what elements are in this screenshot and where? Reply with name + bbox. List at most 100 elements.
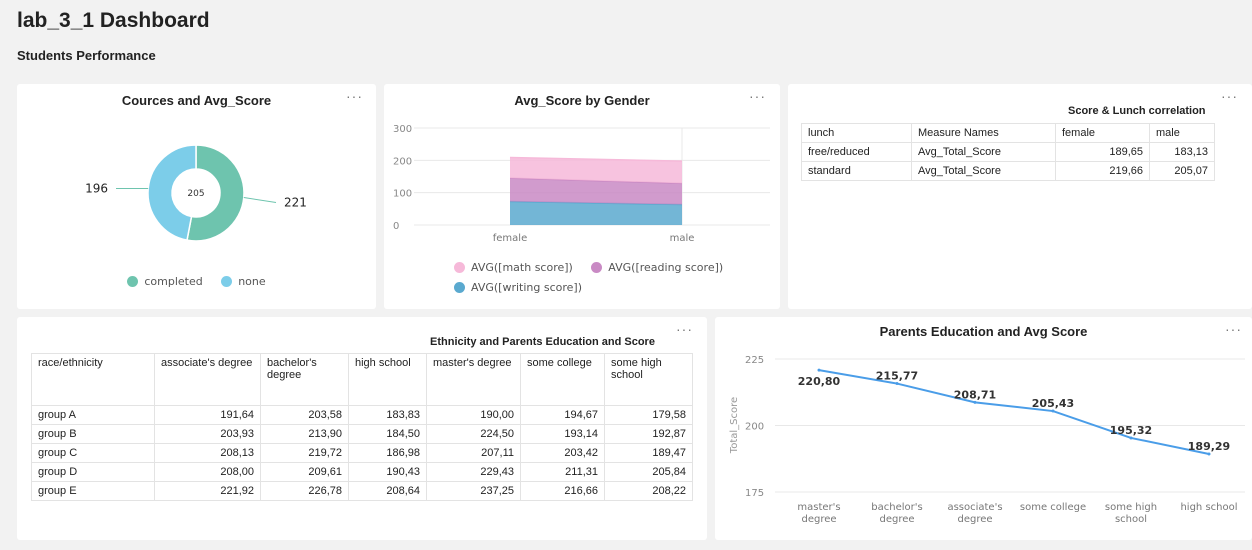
table-row: standard Avg_Total_Score 219,66 205,07 xyxy=(801,161,1215,181)
x-tick-label: high school xyxy=(1180,502,1237,513)
column-header[interactable]: high school xyxy=(348,353,427,406)
legend-reading[interactable]: AVG([reading score]) xyxy=(591,261,723,274)
table-row: group B 203,93 213,90 184,50 224,50 193,14 192… xyxy=(31,424,693,444)
y-tick-label: 225 xyxy=(745,355,764,366)
legend-label: AVG([writing score]) xyxy=(471,281,582,294)
legend-label: AVG([math score]) xyxy=(471,261,573,274)
table-cell: 190,43 xyxy=(348,462,427,482)
data-point[interactable] xyxy=(817,368,821,372)
leader-line xyxy=(243,197,277,204)
donut-center-label: 205 xyxy=(187,189,204,199)
table-row: free/reduced Avg_Total_Score 189,65 183,… xyxy=(801,142,1215,162)
y-tick-label: 200 xyxy=(745,422,764,433)
table-cell: 183,83 xyxy=(348,405,427,425)
table-cell: 203,93 xyxy=(154,424,261,444)
area-series[interactable] xyxy=(510,201,682,225)
x-tick-label: school xyxy=(1115,514,1147,525)
table-cell: group C xyxy=(31,443,155,463)
table-row: group C 208,13 219,72 186,98 207,11 203,42 189… xyxy=(31,443,693,463)
column-header[interactable]: race/ethnicity xyxy=(31,353,155,406)
y-tick-label: 300 xyxy=(393,124,412,135)
x-tick-label: degree xyxy=(879,514,914,525)
table-cell: 229,43 xyxy=(426,462,521,482)
column-header[interactable]: female xyxy=(1055,123,1150,143)
legend-writing[interactable]: AVG([writing score]) xyxy=(454,281,582,294)
table-header-row: lunch Measure Names female male xyxy=(801,123,1215,143)
legend-label: AVG([reading score]) xyxy=(608,261,724,274)
gender-chart: 0 100 200 300 female male xyxy=(393,124,770,244)
legend-dot-icon xyxy=(221,276,233,287)
lunch-title: Score & Lunch correlation xyxy=(1068,105,1206,117)
table-row: group D 208,00 209,61 190,43 229,43 211,31 205… xyxy=(31,462,693,482)
donut-legend: completed none xyxy=(17,274,376,292)
table-cell: 184,50 xyxy=(348,424,427,444)
table-cell: 216,66 xyxy=(520,481,605,501)
y-tick-label: 200 xyxy=(393,156,412,167)
table-cell: 194,67 xyxy=(520,405,605,425)
y-axis-label: Total_Score xyxy=(729,397,740,454)
dashboard-title: lab_3_1 Dashboard xyxy=(17,9,210,32)
table-cell: 203,42 xyxy=(520,443,605,463)
legend-label: none xyxy=(238,275,266,288)
legend-dot-icon xyxy=(591,262,603,273)
table-cell: 205,07 xyxy=(1149,161,1215,181)
legend-dot-icon xyxy=(127,276,139,287)
column-header[interactable]: Measure Names xyxy=(911,123,1056,143)
table-cell: Avg_Total_Score xyxy=(911,142,1056,162)
table-cell: 221,92 xyxy=(154,481,261,501)
legend-math[interactable]: AVG([math score]) xyxy=(454,261,573,274)
table-cell: 192,87 xyxy=(604,424,693,444)
donut-card: Cources and Avg_Score ··· 221 196 205 comp… xyxy=(17,84,376,309)
table-cell: 186,98 xyxy=(348,443,427,463)
table-cell: 213,90 xyxy=(260,424,349,444)
ethnicity-table: race/ethnicity associate's degree bachel… xyxy=(31,353,693,501)
slice-label: 221 xyxy=(284,196,307,210)
table-cell: standard xyxy=(801,161,912,181)
table-cell: 191,64 xyxy=(154,405,261,425)
y-tick-label: 0 xyxy=(393,221,399,232)
legend-completed[interactable]: completed xyxy=(127,275,203,288)
line-series[interactable] xyxy=(818,369,1210,455)
table-cell: 211,31 xyxy=(520,462,605,482)
legend-dot-icon xyxy=(454,282,465,293)
lunch-menu-button[interactable]: ··· xyxy=(1221,89,1238,103)
column-header[interactable]: master's degree xyxy=(426,353,521,406)
column-header[interactable]: male xyxy=(1149,123,1215,143)
lunch-card: Score & Lunch correlation ··· lunch Meas… xyxy=(788,84,1252,309)
table-cell: 226,78 xyxy=(260,481,349,501)
y-tick-label: 100 xyxy=(393,189,412,200)
data-label: 189,29 xyxy=(1188,440,1230,453)
column-header[interactable]: some high school xyxy=(604,353,693,406)
table-cell: 205,84 xyxy=(604,462,693,482)
column-header[interactable]: bachelor's degree xyxy=(260,353,349,406)
column-header[interactable]: some college xyxy=(520,353,605,406)
data-label: 220,80 xyxy=(798,375,841,388)
table-cell: 219,72 xyxy=(260,443,349,463)
table-cell: 209,61 xyxy=(260,462,349,482)
column-header[interactable]: associate's degree xyxy=(154,353,261,406)
legend-none[interactable]: none xyxy=(221,275,266,288)
table-cell: 203,58 xyxy=(260,405,349,425)
ethnicity-menu-button[interactable]: ··· xyxy=(676,322,693,336)
ethnicity-title: Ethnicity and Parents Education and Scor… xyxy=(430,336,655,348)
table-cell: group E xyxy=(31,481,155,501)
table-cell: 189,47 xyxy=(604,443,693,463)
x-tick-label: bachelor's xyxy=(871,502,922,513)
column-header[interactable]: lunch xyxy=(801,123,912,143)
table-cell: 189,65 xyxy=(1055,142,1150,162)
table-cell: 190,00 xyxy=(426,405,521,425)
dashboard-subtitle: Students Performance xyxy=(17,48,156,63)
gender-card: Avg_Score by Gender ··· 0 100 200 300 female… xyxy=(384,84,780,309)
data-label: 195,32 xyxy=(1110,424,1152,437)
table-cell: 183,13 xyxy=(1149,142,1215,162)
x-tick-label: female xyxy=(493,233,527,244)
x-tick-label: some high xyxy=(1105,502,1157,513)
table-cell: group A xyxy=(31,405,155,425)
ethnicity-card: Ethnicity and Parents Education and Scor… xyxy=(17,317,707,540)
y-tick-label: 175 xyxy=(745,488,764,499)
table-cell: 208,00 xyxy=(154,462,261,482)
table-cell: 208,64 xyxy=(348,481,427,501)
table-cell: 237,25 xyxy=(426,481,521,501)
table-cell: 219,66 xyxy=(1055,161,1150,181)
education-card: Parents Education and Avg Score ··· 175 2… xyxy=(715,317,1252,540)
